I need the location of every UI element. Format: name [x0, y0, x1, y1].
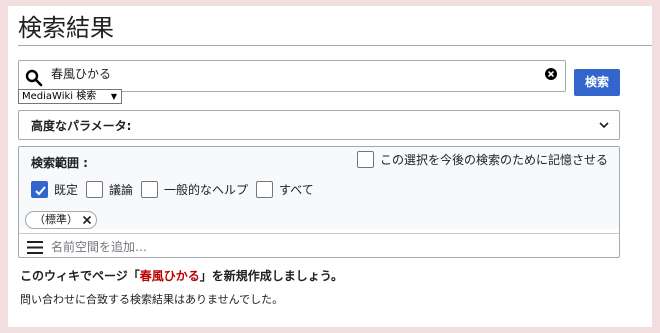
create-page-prefix: このウィキでページ「	[20, 269, 140, 283]
namespace-header: 検索範囲 : この選択を今後の検索のために記憶させる 既定 議論 一般的なヘルプ…	[19, 147, 619, 229]
search-page: 検索結果 春風ひかる MediaWiki 検索 ▼ 検索 高度なパラメータ: 検…	[8, 6, 652, 327]
close-icon[interactable]	[82, 215, 92, 225]
namespace-default-checkbox[interactable]	[31, 181, 48, 198]
namespace-option-talk[interactable]: 議論	[86, 181, 133, 198]
namespace-chip: （標準）	[25, 211, 97, 229]
no-results-message: 問い合わせに合致する検索結果はありませんでした。	[20, 293, 284, 306]
advanced-parameters-label: 高度なパラメータ:	[31, 119, 132, 133]
search-value: 春風ひかる	[51, 67, 112, 81]
namespace-talk-label: 議論	[109, 182, 134, 197]
namespace-option-all[interactable]: すべて	[256, 181, 314, 198]
chevron-down-icon	[599, 122, 609, 129]
namespace-all-label: すべて	[279, 182, 314, 197]
namespace-option-general-help[interactable]: 一般的なヘルプ	[141, 181, 248, 198]
namespace-default-label: 既定	[54, 182, 79, 197]
namespace-option-default[interactable]: 既定	[31, 181, 78, 198]
search-icon	[25, 69, 43, 87]
create-page-message: このウィキでページ「春風ひかる」を新規作成しましょう。	[20, 268, 343, 284]
menu-icon	[27, 241, 43, 254]
namespace-panel: 検索範囲 : この選択を今後の検索のために記憶させる 既定 議論 一般的なヘルプ…	[18, 146, 620, 258]
search-profile-select[interactable]: MediaWiki 検索 ▼	[18, 89, 122, 104]
advanced-parameters-toggle[interactable]: 高度なパラメータ:	[18, 110, 620, 140]
page-title: 検索結果	[18, 14, 114, 42]
add-namespace-input[interactable]: 名前空間を追加…	[51, 239, 147, 255]
namespace-divider	[19, 233, 619, 234]
namespace-talk-checkbox[interactable]	[86, 181, 104, 198]
search-input[interactable]: 春風ひかる	[18, 60, 566, 92]
namespace-general-help-checkbox[interactable]	[141, 181, 159, 198]
search-profile-value: MediaWiki 検索	[22, 91, 97, 102]
search-button[interactable]: 検索	[574, 69, 620, 96]
title-divider	[18, 45, 652, 46]
namespace-all-checkbox[interactable]	[256, 181, 274, 198]
checkmark-icon	[35, 186, 46, 196]
remember-selection-option[interactable]: この選択を今後の検索のために記憶させる	[357, 151, 608, 168]
create-page-suffix: 」を新規作成しましょう。	[199, 269, 344, 283]
remember-selection-checkbox[interactable]	[357, 151, 374, 168]
namespace-options: 既定 議論 一般的なヘルプ すべて	[31, 181, 315, 198]
create-page-link[interactable]: 春風ひかる	[140, 269, 200, 283]
clear-icon[interactable]	[545, 68, 557, 80]
namespace-chip-label: （標準）	[34, 213, 78, 226]
namespace-title: 検索範囲 :	[31, 156, 88, 170]
dropdown-arrow-icon: ▼	[110, 92, 117, 101]
namespace-general-help-label: 一般的なヘルプ	[164, 182, 249, 197]
remember-selection-label: この選択を今後の検索のために記憶させる	[380, 152, 609, 167]
